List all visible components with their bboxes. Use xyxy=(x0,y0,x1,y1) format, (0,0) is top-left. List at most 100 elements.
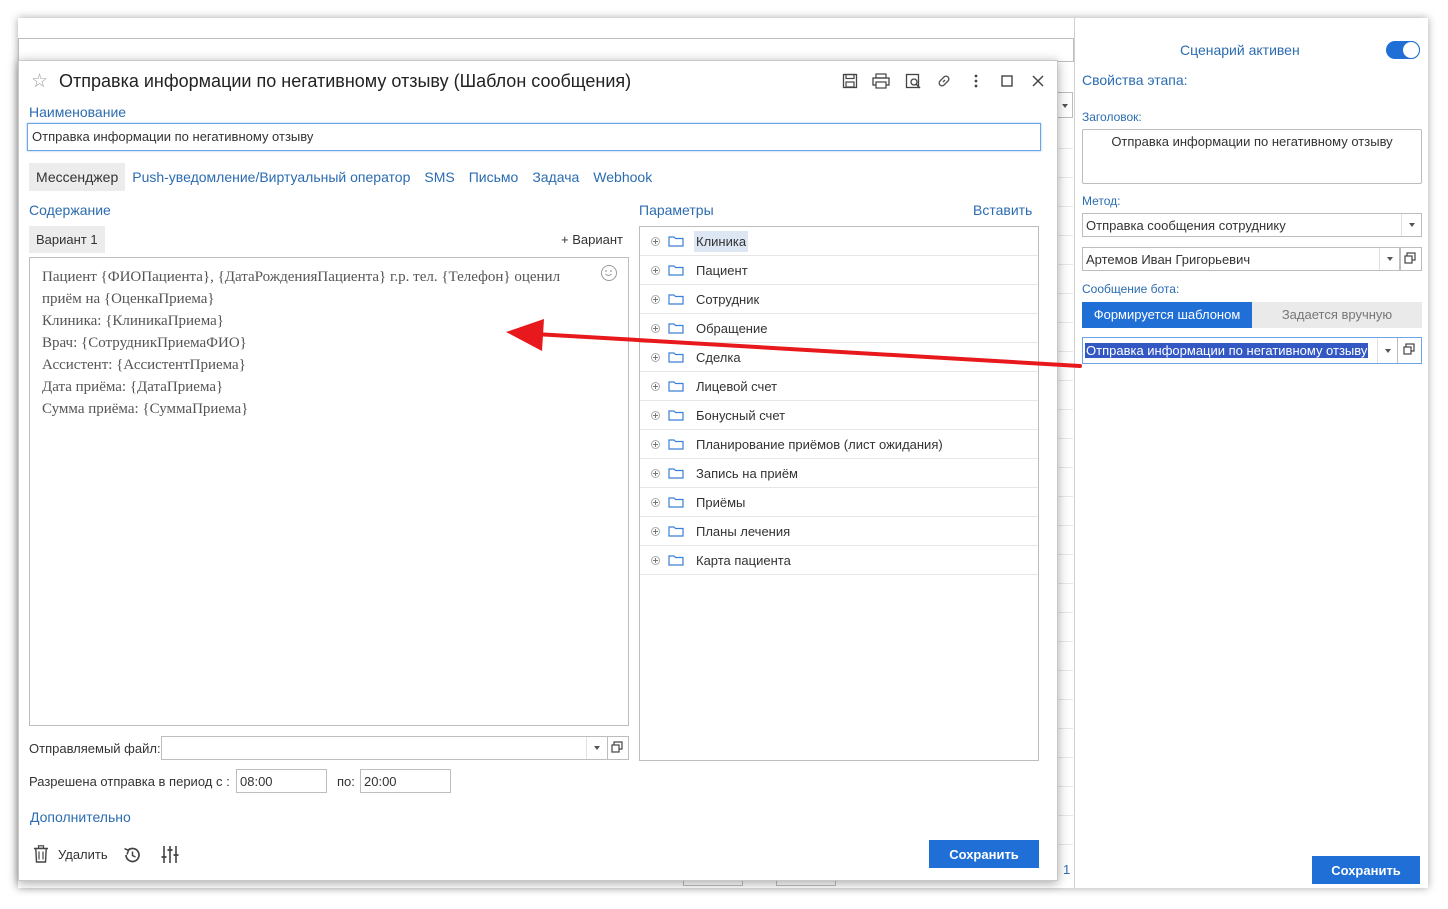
print-icon[interactable] xyxy=(871,71,891,91)
tree-row[interactable]: Бонусный счет xyxy=(640,401,1038,430)
preview-icon[interactable] xyxy=(903,71,923,91)
maximize-icon[interactable] xyxy=(997,71,1017,91)
star-icon[interactable]: ☆ xyxy=(31,70,48,93)
expand-icon[interactable] xyxy=(651,555,660,565)
emoji-icon[interactable] xyxy=(601,265,617,281)
folder-icon xyxy=(668,352,684,363)
scenario-active-label: Сценарий активен xyxy=(1180,42,1300,58)
name-input[interactable]: Отправка информации по негативному отзыв… xyxy=(27,123,1041,151)
save-icon[interactable] xyxy=(840,71,860,91)
chevron-down-icon[interactable] xyxy=(586,737,606,759)
chevron-down-icon[interactable] xyxy=(1401,214,1421,236)
background-dropdown-button[interactable] xyxy=(1057,92,1073,118)
open-window-icon xyxy=(611,741,623,753)
tree-item-label: Клиника xyxy=(694,230,749,252)
panel-save-button[interactable]: Сохранить xyxy=(1312,856,1420,884)
header-textarea[interactable]: Отправка информации по негативному отзыв… xyxy=(1082,129,1422,184)
mode-template-button[interactable]: Формируется шаблоном xyxy=(1082,302,1252,328)
folder-icon xyxy=(668,555,684,566)
tree-row[interactable]: Пациент xyxy=(640,256,1038,285)
link-icon[interactable] xyxy=(934,71,954,91)
expand-icon[interactable] xyxy=(651,323,660,333)
time-to-input[interactable]: 20:00 xyxy=(360,769,451,793)
tree-row[interactable]: Лицевой счет xyxy=(640,372,1038,401)
folder-icon xyxy=(668,439,684,450)
template-select[interactable]: Отправка информации по негативному отзыв… xyxy=(1082,337,1422,364)
insert-button[interactable]: Вставить xyxy=(973,202,1032,218)
content-label: Содержание xyxy=(29,202,111,218)
header-label: Заголовок: xyxy=(1082,110,1142,124)
tree-row[interactable]: Планирование приёмов (лист ожидания) xyxy=(640,430,1038,459)
history-icon[interactable] xyxy=(122,845,142,865)
dialog-save-button[interactable]: Сохранить xyxy=(929,840,1039,868)
tree-row[interactable]: Обращение xyxy=(640,314,1038,343)
tree-row[interactable]: Сотрудник xyxy=(640,285,1038,314)
folder-icon xyxy=(668,526,684,537)
expand-icon[interactable] xyxy=(651,265,660,275)
settings-sliders-icon[interactable] xyxy=(161,845,179,864)
background-page-number[interactable]: 1 xyxy=(1063,862,1070,877)
delete-button[interactable]: Удалить xyxy=(33,845,108,863)
variant-tab[interactable]: Вариант 1 xyxy=(29,226,105,253)
editor-line: Ассистент: {АссистентПриема} xyxy=(42,357,246,373)
tab-messenger[interactable]: Мессенджер xyxy=(29,163,126,191)
expand-icon[interactable] xyxy=(651,526,660,536)
delete-label: Удалить xyxy=(58,846,108,862)
stage-properties-title: Свойства этапа: xyxy=(1082,72,1188,88)
message-editor[interactable]: Пациент {ФИОПациента}, {ДатаРожденияПаци… xyxy=(29,257,629,726)
additional-link[interactable]: Дополнительно xyxy=(30,809,131,825)
method-select[interactable]: Отправка сообщения сотруднику xyxy=(1082,213,1422,237)
employee-value: Артемов Иван Григорьевич xyxy=(1086,252,1251,267)
tab-sms[interactable]: SMS xyxy=(424,169,454,185)
background-toolbar xyxy=(18,38,1074,62)
tab-push[interactable]: Push-уведомление/Виртуальный оператор xyxy=(132,169,410,185)
folder-icon xyxy=(668,265,684,276)
chevron-down-icon[interactable] xyxy=(1377,338,1397,363)
file-select[interactable] xyxy=(161,736,629,760)
expand-icon[interactable] xyxy=(651,439,660,449)
expand-icon[interactable] xyxy=(651,497,660,507)
params-label: Параметры xyxy=(639,202,714,218)
to-label: по: xyxy=(337,774,355,789)
scenario-active-toggle[interactable] xyxy=(1386,41,1420,59)
tree-row[interactable]: Запись на приём xyxy=(640,459,1038,488)
time-from-input[interactable]: 08:00 xyxy=(236,769,327,793)
expand-icon[interactable] xyxy=(651,410,660,420)
tree-item-label: Обращение xyxy=(696,320,768,336)
tree-row[interactable]: Клиника xyxy=(640,227,1038,256)
bot-message-label: Сообщение бота: xyxy=(1082,282,1180,296)
background-table-grid xyxy=(1057,120,1073,860)
tree-row[interactable]: Приёмы xyxy=(640,488,1038,517)
employee-open-button[interactable] xyxy=(1400,247,1422,271)
expand-icon[interactable] xyxy=(651,381,660,391)
employee-select[interactable]: Артемов Иван Григорьевич xyxy=(1082,247,1400,271)
expand-icon[interactable] xyxy=(651,352,660,362)
template-open-button[interactable] xyxy=(1397,338,1421,363)
close-icon[interactable] xyxy=(1028,71,1048,91)
tree-item-label: Сотрудник xyxy=(696,291,760,307)
name-label: Наименование xyxy=(29,104,127,120)
folder-icon xyxy=(668,381,684,392)
tree-row[interactable]: Карта пациента xyxy=(640,546,1038,575)
folder-icon xyxy=(668,497,684,508)
tab-webhook[interactable]: Webhook xyxy=(593,169,652,185)
expand-icon[interactable] xyxy=(651,236,660,246)
more-vertical-icon[interactable] xyxy=(966,71,986,91)
expand-icon[interactable] xyxy=(651,294,660,304)
tree-item-label: Пациент xyxy=(696,262,748,278)
file-open-button[interactable] xyxy=(607,736,629,760)
tree-item-label: Бонусный счет xyxy=(696,407,786,423)
mode-manual-button[interactable]: Задается вручную xyxy=(1252,302,1422,328)
open-window-icon xyxy=(1403,343,1415,355)
expand-icon[interactable] xyxy=(651,468,660,478)
add-variant-button[interactable]: + Вариант xyxy=(561,232,623,247)
tree-item-label: Сделка xyxy=(696,349,741,365)
tree-item-label: Лицевой счет xyxy=(696,378,778,394)
tree-row[interactable]: Сделка xyxy=(640,343,1038,372)
folder-icon xyxy=(668,236,684,247)
tab-email[interactable]: Письмо xyxy=(469,169,519,185)
tree-row[interactable]: Планы лечения xyxy=(640,517,1038,546)
folder-icon xyxy=(668,410,684,421)
chevron-down-icon[interactable] xyxy=(1379,248,1399,270)
tab-task[interactable]: Задача xyxy=(532,169,579,185)
